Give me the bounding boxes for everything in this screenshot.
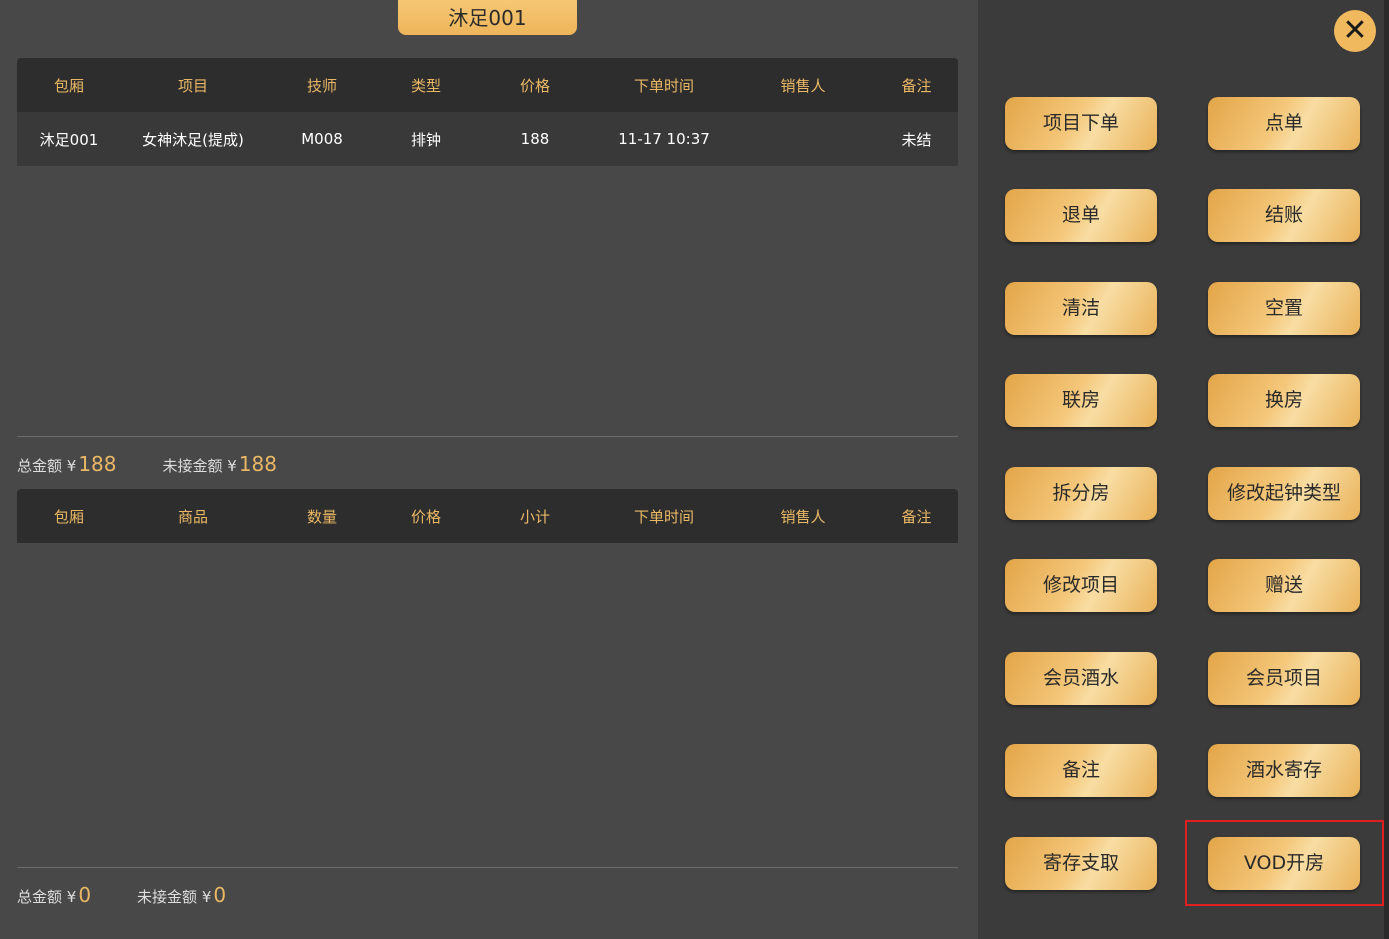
col-technician: 技师: [306, 76, 337, 95]
cell-type: 排钟: [410, 130, 441, 149]
storage-withdraw-button[interactable]: 寄存支取: [1005, 837, 1157, 890]
unpaid-amount: 188: [238, 452, 277, 476]
clean-button[interactable]: 清洁: [1005, 282, 1157, 335]
col-item: 项目: [177, 76, 208, 95]
close-button[interactable]: ✕: [1334, 10, 1376, 52]
col-note: 备注: [901, 507, 932, 526]
highlight-box: [1185, 820, 1384, 906]
total-label: 总金额 ¥: [17, 888, 77, 906]
col-quantity: 数量: [306, 507, 337, 526]
goods-table-header: 包厢 商品 数量 价格 小计 下单时间 销售人 备注: [17, 489, 958, 543]
background-edge: [1384, 0, 1389, 939]
items-total: 总金额 ¥ 188 未接金额 ¥ 188: [17, 452, 277, 476]
return-order-button[interactable]: 退单: [1005, 189, 1157, 242]
items-table-header: 包厢 项目 技师 类型 价格 下单时间 销售人 备注: [17, 58, 958, 112]
total-label: 总金额 ¥: [17, 457, 77, 475]
divider: [17, 436, 958, 437]
room-tab[interactable]: 沐足001: [398, 0, 577, 35]
col-price: 价格: [519, 76, 550, 95]
cell-note: 未结: [901, 130, 932, 149]
member-drinks-button[interactable]: 会员酒水: [1005, 652, 1157, 705]
vacant-button[interactable]: 空置: [1208, 282, 1360, 335]
goods-total: 总金额 ¥ 0 未接金额 ¥ 0: [17, 883, 226, 907]
unpaid-label: 未接金额 ¥: [137, 888, 212, 906]
col-room: 包厢: [53, 76, 84, 95]
gift-button[interactable]: 赠送: [1208, 559, 1360, 612]
cell-item: 女神沐足(提成): [142, 130, 244, 149]
col-order-time: 下单时间: [633, 76, 694, 95]
cell-room: 沐足001: [39, 130, 99, 149]
divider: [17, 867, 958, 868]
member-items-button[interactable]: 会员项目: [1208, 652, 1360, 705]
cell-technician: M008: [301, 130, 343, 148]
col-salesperson: 销售人: [780, 76, 826, 95]
modify-clock-type-button[interactable]: 修改起钟类型: [1208, 467, 1360, 520]
col-note: 备注: [901, 76, 932, 95]
split-room-button[interactable]: 拆分房: [1005, 467, 1157, 520]
order-item-button[interactable]: 项目下单: [1005, 97, 1157, 150]
modify-item-button[interactable]: 修改项目: [1005, 559, 1157, 612]
table-row[interactable]: 沐足001 女神沐足(提成) M008 排钟 188 11-17 10:37 未…: [17, 112, 958, 166]
col-order-time: 下单时间: [633, 507, 694, 526]
unpaid-amount: 0: [213, 883, 227, 907]
order-detail-panel: 沐足001 包厢 项目 技师 类型 价格 下单时间 销售人 备注 沐足001 女…: [0, 0, 978, 939]
col-type: 类型: [410, 76, 441, 95]
checkout-button[interactable]: 结账: [1208, 189, 1360, 242]
link-room-button[interactable]: 联房: [1005, 374, 1157, 427]
note-button[interactable]: 备注: [1005, 744, 1157, 797]
change-room-button[interactable]: 换房: [1208, 374, 1360, 427]
unpaid-label: 未接金额 ¥: [162, 457, 237, 475]
col-subtotal: 小计: [519, 507, 550, 526]
order-button[interactable]: 点单: [1208, 97, 1360, 150]
cell-price: 188: [520, 130, 550, 148]
cell-order-time: 11-17 10:37: [618, 130, 710, 148]
total-amount: 0: [78, 883, 92, 907]
col-salesperson: 销售人: [780, 507, 826, 526]
col-price: 价格: [410, 507, 441, 526]
total-amount: 188: [78, 452, 117, 476]
close-icon: ✕: [1342, 13, 1368, 48]
drinks-storage-button[interactable]: 酒水寄存: [1208, 744, 1360, 797]
col-goods: 商品: [177, 507, 208, 526]
col-room: 包厢: [53, 507, 84, 526]
